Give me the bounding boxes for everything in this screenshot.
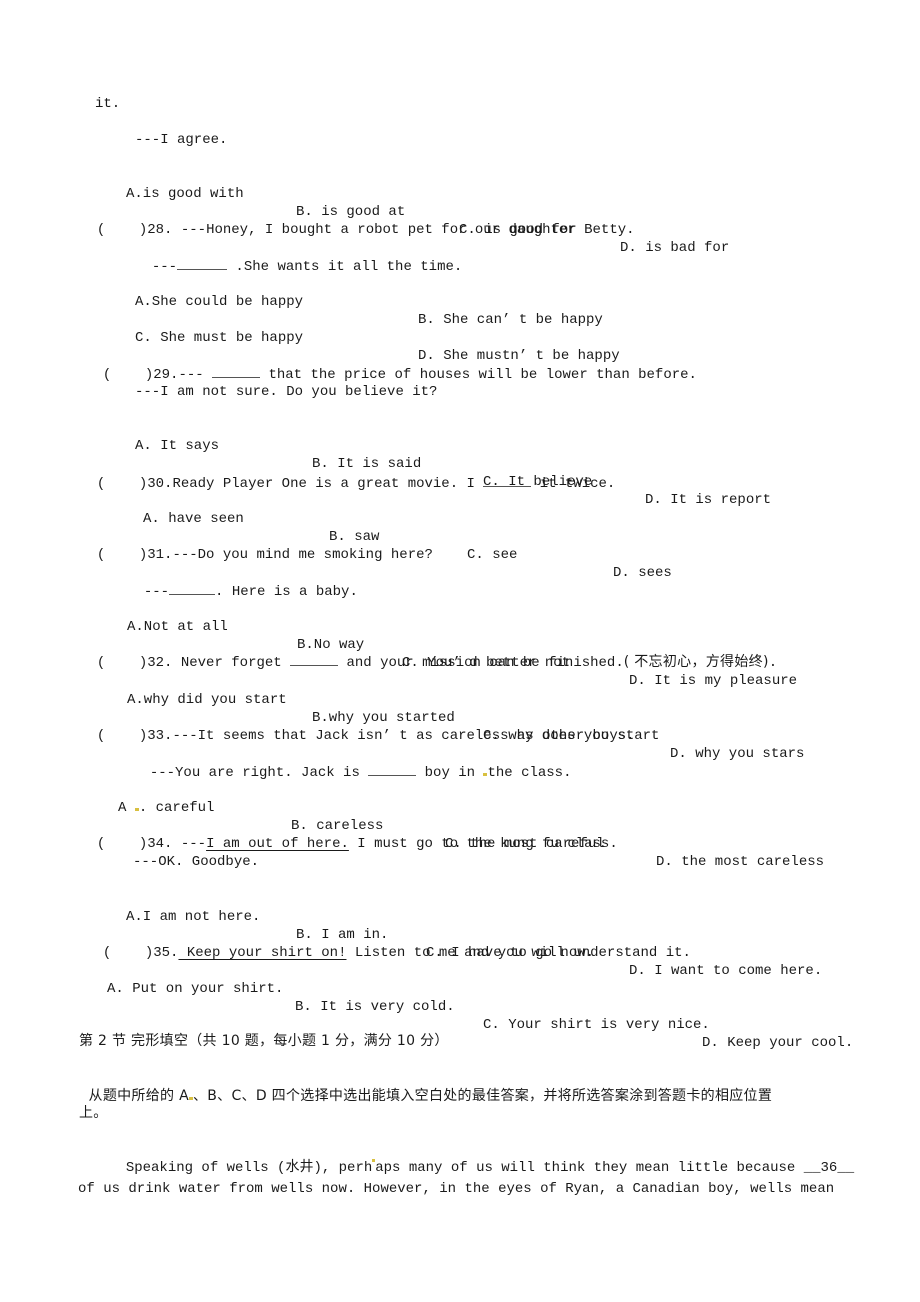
- q28-stem: ( )28. ---Honey, I bought a robot pet fo…: [80, 203, 635, 239]
- q35-option-d[interactable]: D. Keep your cool.: [702, 1034, 853, 1052]
- underlined-phrase: Keep your shirt on!: [178, 945, 347, 961]
- q33-reply: ---You are right. Jack is boy in the cla…: [149, 763, 572, 781]
- q28-reply: --- .She wants it all the time.: [151, 257, 463, 275]
- answer-paren[interactable]: ( ): [97, 547, 147, 563]
- q31-option-a[interactable]: A.Not at all: [127, 618, 228, 636]
- question-number: 32.: [147, 655, 173, 671]
- answer-paren[interactable]: ( ): [103, 367, 153, 383]
- q35-stem: ( )35. Keep your shirt on! Listen to me …: [102, 945, 691, 961]
- q27-option-a[interactable]: A.is good with: [126, 185, 244, 203]
- question-number: 30.: [147, 476, 173, 492]
- answer-blank: [290, 653, 339, 666]
- q31-stem: ( )31.---Do you mind me smoking here?: [80, 528, 433, 564]
- q32-option-d[interactable]: D. why you stars: [670, 745, 804, 763]
- q30-option-a[interactable]: A. have seen: [143, 510, 244, 528]
- q31-prompt: ---Do you mind me smoking here?: [172, 547, 433, 563]
- q29-reply: ---I am not sure. Do you believe it?: [135, 384, 438, 400]
- question-number: 33.: [147, 728, 173, 744]
- q33-option-d[interactable]: D. the most careless: [656, 853, 824, 871]
- q27-stem-tail: it.: [95, 96, 121, 112]
- answer-blank: [177, 257, 228, 270]
- q28-option-a[interactable]: A.She could be happy: [135, 293, 303, 311]
- q27-option-d[interactable]: D. is bad for: [620, 239, 729, 257]
- section-instruction: 从题中所给的 A 、B、C、D 四个选择中选出能填入空白处的最佳答案，并将所选答案…: [88, 1088, 773, 1104]
- answer-paren[interactable]: ( ): [103, 945, 153, 961]
- question-number: 31.: [147, 547, 173, 563]
- q28-option-c[interactable]: C. She must be happy: [135, 329, 303, 347]
- q30-option-d[interactable]: D. sees: [613, 564, 672, 582]
- q28-prompt: ---Honey, I bought a robot pet for our d…: [180, 222, 635, 238]
- question-number: 34.: [147, 836, 173, 852]
- q34-option-a[interactable]: A.I am not here.: [126, 908, 260, 926]
- answer-blank: [483, 474, 532, 487]
- q34-reply: ---OK. Goodbye.: [133, 854, 260, 870]
- q31-reply: ---. Here is a baby.: [143, 582, 358, 600]
- q30-option-c[interactable]: C. see: [467, 546, 517, 564]
- answer-blank: [169, 582, 216, 595]
- underlined-phrase: I am out of here.: [206, 836, 349, 852]
- question-number: 29.: [153, 367, 179, 383]
- q33-stem: ( )33.---It seems that Jack isn’ t as ca…: [80, 709, 635, 745]
- answer-blank: [212, 365, 261, 378]
- question-number: 28.: [147, 222, 173, 238]
- q33-prompt: ---It seems that Jack isn’ t as careless…: [172, 728, 635, 744]
- section-instruction-end: 上。: [79, 1105, 108, 1121]
- answer-paren[interactable]: ( ): [97, 222, 147, 238]
- q29-option-a[interactable]: A. It says: [135, 437, 219, 455]
- q33-option-a[interactable]: A . careful: [118, 799, 214, 817]
- passage-line-1: Speaking of wells (水井), perh aps many of …: [125, 1159, 855, 1176]
- passage-line-2: of us drink water from wells now. Howeve…: [78, 1181, 835, 1197]
- q30-stem: ( )30.Ready Player One is a great movie.…: [96, 474, 616, 492]
- q32-stem: ( )32. Never forget and your mission can…: [96, 653, 778, 671]
- section-heading: 第 2 节 完形填空（共 10 题，每小题 1 分，满分 10 分）: [79, 1033, 449, 1049]
- answer-blank: [368, 763, 417, 776]
- answer-paren[interactable]: ( ): [97, 836, 147, 852]
- q35-option-c[interactable]: C. Your shirt is very nice.: [483, 1016, 710, 1034]
- question-number: 35.: [153, 945, 179, 961]
- q32-option-a[interactable]: A.why did you start: [127, 691, 287, 709]
- q35-option-a[interactable]: A. Put on your shirt.: [107, 980, 283, 998]
- q35-option-b[interactable]: B. It is very cold.: [295, 998, 455, 1016]
- q27-reply: ---I agree.: [135, 132, 228, 148]
- answer-paren[interactable]: ( ): [97, 728, 147, 744]
- q34-stem: ( )34. ---I am out of here. I must go to…: [96, 836, 618, 852]
- q29-stem: ( )29.--- that the price of houses will …: [102, 365, 697, 383]
- answer-paren[interactable]: ( ): [97, 476, 147, 492]
- q32-chinese-note: ( 不忘初心，方得始终): [623, 654, 769, 670]
- answer-paren[interactable]: ( ): [97, 655, 147, 671]
